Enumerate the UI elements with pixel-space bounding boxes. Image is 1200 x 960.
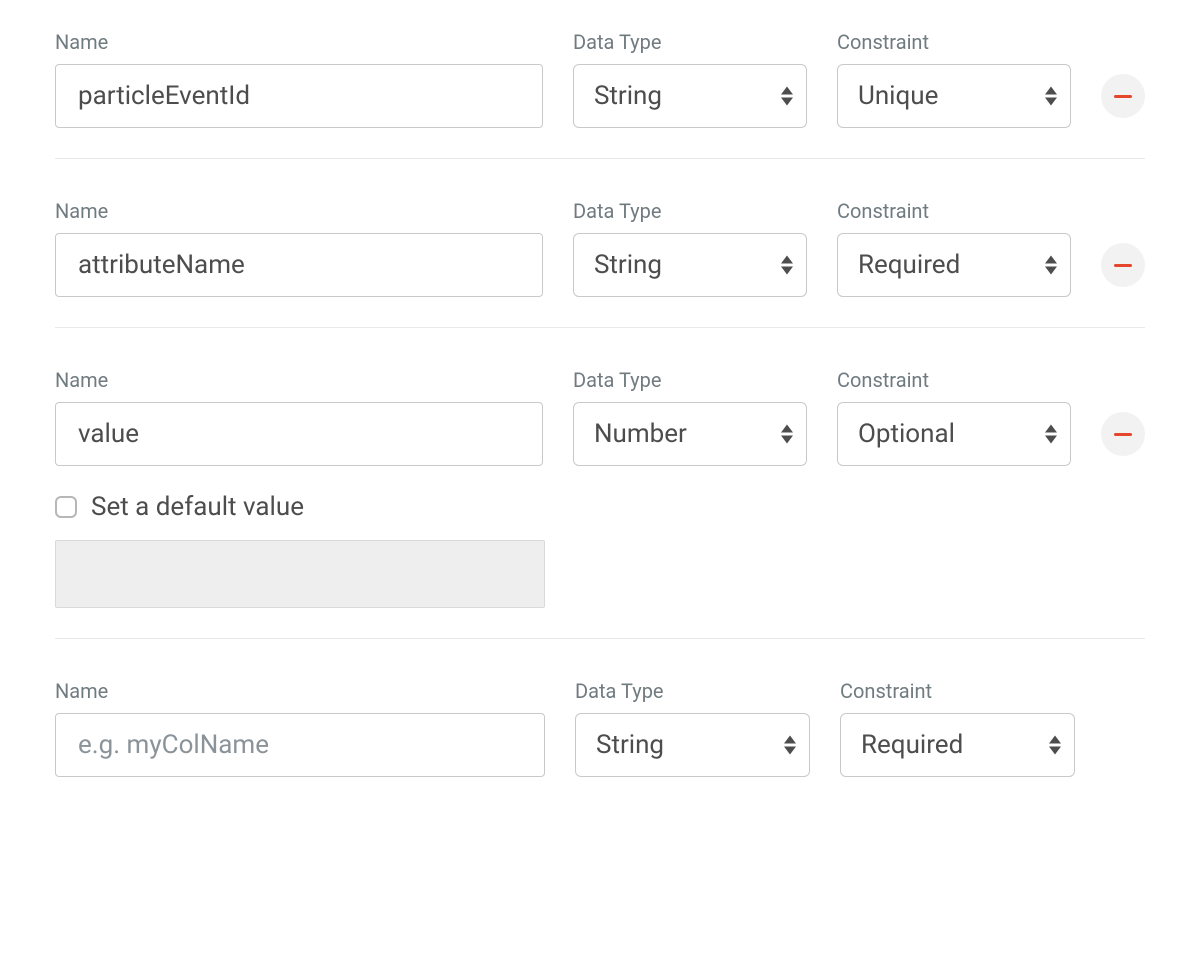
constraint-select[interactable]: Unique (837, 64, 1071, 128)
data-type-value: Number (594, 419, 687, 449)
constraint-label: Constraint (840, 679, 1075, 703)
data-type-label: Data Type (573, 199, 807, 223)
constraint-label: Constraint (837, 368, 1071, 392)
default-value-input-disabled (55, 540, 545, 608)
constraint-label: Constraint (837, 199, 1071, 223)
remove-row-button[interactable] (1101, 243, 1145, 287)
data-type-select[interactable]: String (575, 713, 810, 777)
data-type-select[interactable]: String (573, 64, 807, 128)
data-type-label: Data Type (573, 30, 807, 54)
constraint-value: Optional (858, 419, 955, 449)
constraint-select[interactable]: Required (840, 713, 1075, 777)
set-default-label: Set a default value (91, 492, 304, 522)
name-label: Name (55, 199, 543, 223)
constraint-select[interactable]: Optional (837, 402, 1071, 466)
constraint-value: Unique (858, 81, 938, 111)
constraint-select[interactable]: Required (837, 233, 1071, 297)
data-type-select[interactable]: String (573, 233, 807, 297)
column-row: Name Data Type String Constraint (55, 158, 1145, 327)
constraint-value: Required (858, 250, 960, 280)
column-row: Name Data Type Number Constraint (55, 327, 1145, 638)
minus-icon (1114, 433, 1132, 436)
constraint-value: Required (861, 730, 963, 760)
set-default-checkbox[interactable] (55, 496, 77, 518)
data-type-value: String (596, 730, 664, 760)
name-label: Name (55, 30, 543, 54)
remove-row-button[interactable] (1101, 412, 1145, 456)
remove-row-button[interactable] (1101, 74, 1145, 118)
column-row: Name Data Type String Constraint (55, 638, 1145, 807)
name-input[interactable] (55, 233, 543, 297)
data-type-value: String (594, 81, 662, 111)
constraint-label: Constraint (837, 30, 1071, 54)
column-row: Name Data Type String Constraint (55, 30, 1145, 158)
minus-icon (1114, 95, 1132, 98)
minus-icon (1114, 264, 1132, 267)
data-type-label: Data Type (575, 679, 810, 703)
data-type-select[interactable]: Number (573, 402, 807, 466)
data-type-value: String (594, 250, 662, 280)
data-type-label: Data Type (573, 368, 807, 392)
name-label: Name (55, 368, 543, 392)
name-input[interactable] (55, 713, 545, 777)
name-input[interactable] (55, 64, 543, 128)
name-input[interactable] (55, 402, 543, 466)
name-label: Name (55, 679, 545, 703)
